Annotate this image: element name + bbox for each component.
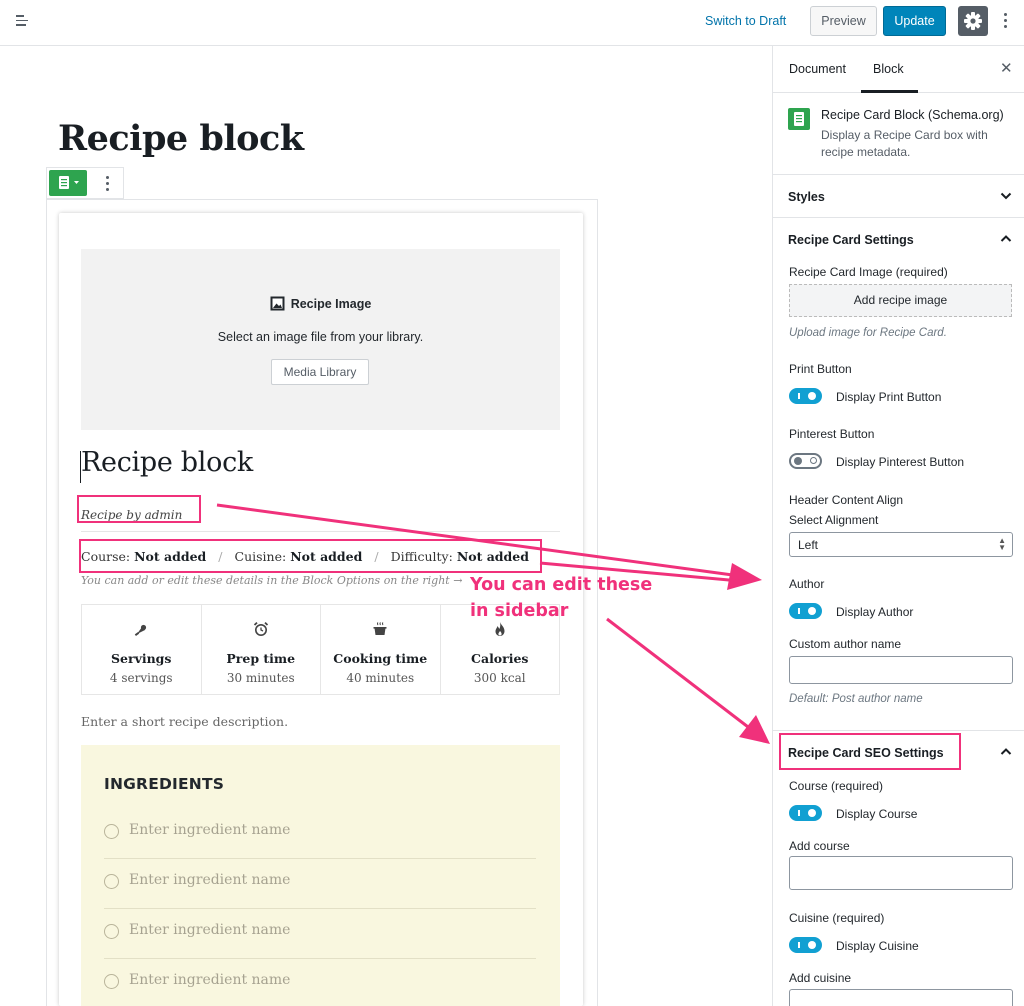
annotation-arrowhead (727, 563, 762, 590)
annotation-arrow (606, 617, 753, 732)
annotation-arrowhead (739, 715, 770, 744)
annotation-arrow (216, 503, 741, 578)
annotation-arrows (216, 503, 770, 744)
annotation-text: You can edit these in sidebar (470, 575, 653, 621)
